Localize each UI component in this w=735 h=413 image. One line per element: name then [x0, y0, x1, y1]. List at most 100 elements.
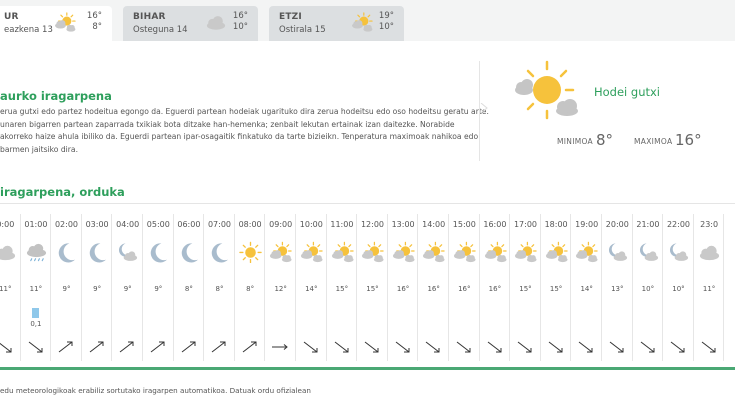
moon-icon: [58, 243, 76, 263]
wind-arrow-icon: [0, 342, 12, 353]
moon-icon: [150, 243, 168, 263]
wind-arrow-icon: [517, 341, 532, 353]
hour-column: 16:00 16°: [480, 214, 511, 361]
hour-temp: 15°: [519, 285, 532, 293]
tab-day: ETZI: [279, 12, 302, 22]
hour-time: 18:00: [544, 220, 568, 229]
hour-temp: 12°: [274, 285, 287, 293]
wind-arrow-icon: [670, 341, 685, 353]
hour-temp: 15°: [335, 285, 349, 293]
hour-temp: 9°: [154, 285, 163, 293]
hour-time: 23:0: [700, 220, 719, 229]
wind-arrow-icon: [211, 341, 226, 353]
hour-time: 16:00: [483, 220, 507, 229]
hour-time: 06:00: [177, 220, 201, 229]
wind-arrow-icon: [120, 341, 134, 353]
hour-column: 12:00 15°: [357, 214, 388, 361]
hour-temp: 15°: [549, 285, 563, 293]
max-label: MAXIMOA: [634, 137, 673, 146]
sun-cloud-icon: [453, 241, 476, 263]
hour-temp: 14°: [580, 285, 593, 293]
hourly-strip: 0:0011°01:0011°0,102:009°03:009°04:009°0…: [0, 214, 735, 364]
hour-time: 08:00: [238, 220, 262, 229]
hour-temp: 15°: [366, 285, 379, 293]
hour-time: 11:00: [330, 220, 354, 229]
hour-time: 0:00: [0, 220, 15, 229]
hourly-title: iragarpena, orduka: [0, 185, 125, 199]
wind-arrow-icon: [58, 341, 73, 353]
hour-column: 21:00 10°: [633, 214, 664, 361]
sun-cloud-icon: [545, 241, 568, 263]
max-temp: 16°: [675, 131, 702, 149]
min-temp: 8°: [596, 131, 614, 149]
hour-time: 07:00: [207, 220, 232, 229]
hour-temp: 10°: [672, 285, 685, 293]
sun-cloud-icon: [331, 241, 354, 263]
hour-column: 11:00 15°: [327, 214, 358, 361]
cloud-icon: [206, 16, 226, 30]
hour-rain: 0,1: [30, 320, 42, 328]
sun-cloud-icon: [576, 241, 599, 263]
hour-column: 08:00 8°: [235, 214, 266, 361]
hour-column: 06:00 8°: [174, 214, 205, 361]
hour-temp: 11°: [29, 285, 43, 293]
hour-temp: 10°: [641, 285, 655, 293]
day-tab[interactable]: BIHAR Osteguna 14 16° 10°: [123, 6, 258, 41]
sun-cloud-icon: [352, 12, 373, 32]
hour-temp: 8°: [184, 285, 193, 293]
hour-column: 22:00 10°: [663, 214, 694, 361]
wind-arrow-icon: [334, 341, 349, 353]
summary-text: erua gutxi edo partez hodeitua egongo da…: [0, 106, 489, 156]
hour-time: 03:00: [85, 220, 109, 229]
hour-column: 10:00 14°: [296, 214, 327, 361]
day-tab[interactable]: ETZI Ostirala 15 19° 10°: [269, 6, 404, 41]
wind-arrow-icon: [426, 341, 440, 353]
hour-temp: 13°: [611, 285, 624, 293]
hour-temp: 9°: [62, 285, 71, 293]
summary-line: barmen jaitsiko dira.: [0, 144, 78, 154]
hour-time: 01:00: [24, 220, 48, 229]
hour-time: 14:00: [422, 220, 446, 229]
day-tab[interactable]: UR eazkena 13 16° 8°: [0, 6, 112, 41]
hour-time: 13:00: [391, 220, 415, 229]
hour-column: 19:00 14°: [571, 214, 602, 361]
hour-temp: 16°: [488, 285, 502, 293]
wind-arrow-icon: [701, 341, 716, 353]
hour-column: 15:00 16°: [449, 214, 480, 361]
hour-time: 19:00: [575, 220, 599, 229]
hour-column: 23:0 11°: [694, 214, 725, 361]
hour-temp: 14°: [305, 285, 318, 293]
moon-cloud-icon: [670, 243, 689, 261]
cloud-icon: [699, 245, 719, 261]
tab-min-temp: 8°: [92, 22, 102, 32]
wind-arrow-icon: [579, 341, 593, 353]
summary-title: aurko iragarpena: [0, 89, 112, 103]
tab-min-temp: 10°: [378, 22, 394, 32]
cloud-icon: [0, 245, 16, 261]
tab-date: Ostirala 15: [279, 25, 326, 35]
tab-max-temp: 19°: [378, 11, 394, 21]
hour-column: 04:00 9°: [112, 214, 143, 361]
hour-column: 01:00 11° 0,1: [21, 214, 52, 361]
column-divider: [723, 214, 725, 361]
rain-cloud-icon: [26, 243, 46, 262]
hour-column: 07:00 8°: [204, 214, 235, 361]
moon-icon: [89, 243, 106, 263]
hour-time: 22:00: [666, 220, 691, 229]
hour-temp: 16°: [396, 285, 410, 293]
summary-line: erua gutxi edo partez hodeitua egongo da…: [0, 107, 489, 116]
wind-arrow-icon: [28, 341, 43, 353]
moon-cloud-icon: [608, 243, 628, 261]
sun-cloud-icon: [515, 241, 537, 263]
hour-time: 10:00: [299, 220, 323, 229]
tab-max-temp: 16°: [86, 11, 102, 21]
hour-time: 15:00: [452, 220, 476, 229]
hour-column: 02:00 9°: [51, 214, 82, 361]
tab-date: Osteguna 14: [133, 25, 188, 35]
summary-line: unaren bigarren partean zaparrada txikia…: [0, 119, 455, 129]
hour-column: 05:00 9°: [143, 214, 174, 361]
sun-cloud-icon: [362, 241, 384, 263]
hour-time: 12:00: [360, 220, 385, 229]
hour-column: 17:00 15°: [510, 214, 541, 361]
divider: [0, 203, 735, 204]
